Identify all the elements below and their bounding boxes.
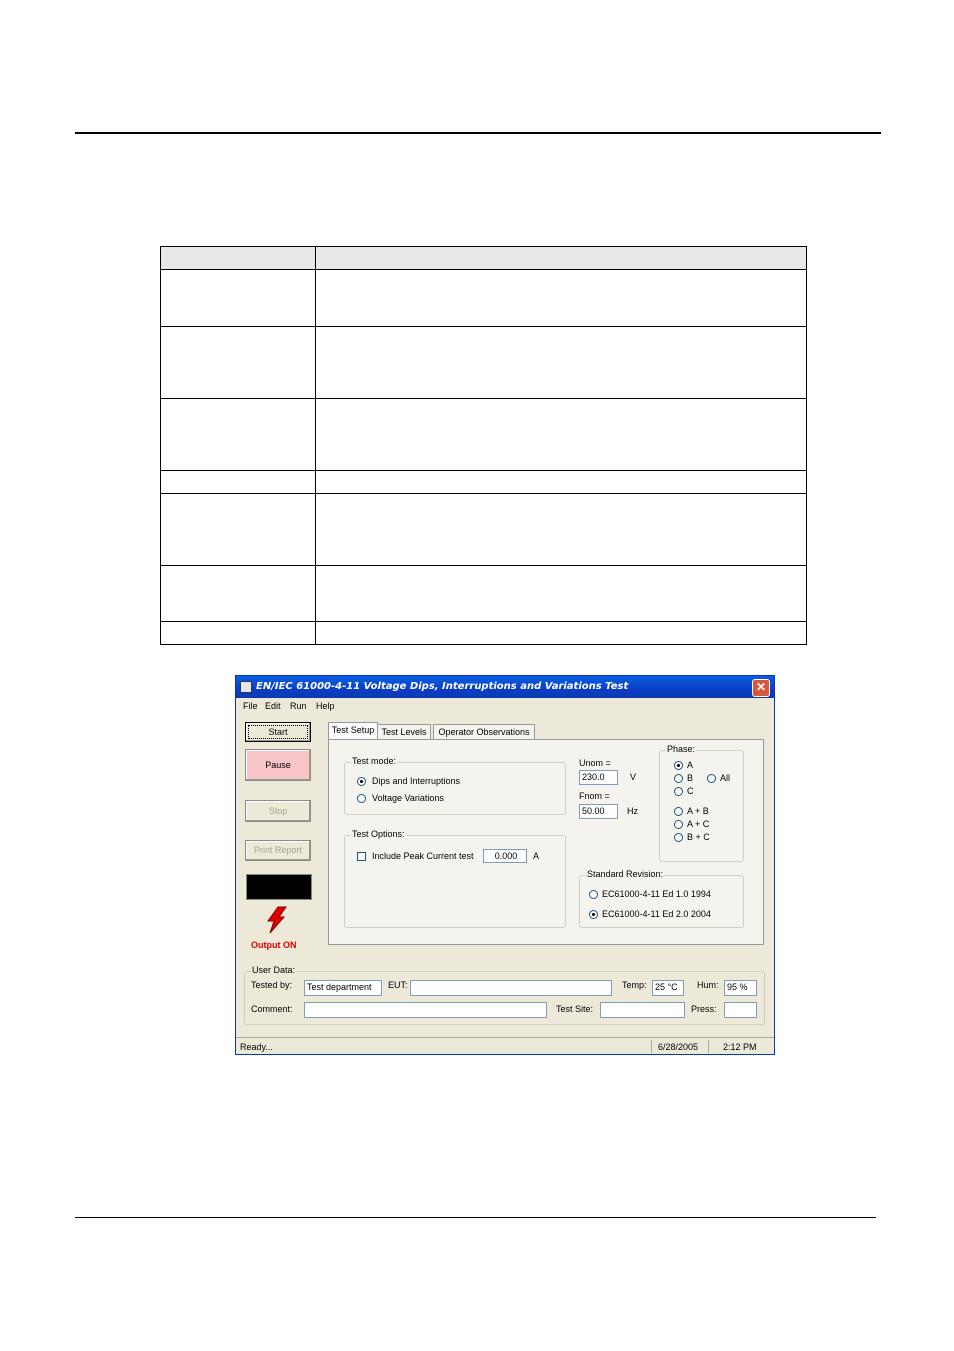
doc-table-row (160, 493, 807, 566)
start-button[interactable]: Start (245, 722, 311, 742)
doc-table-row (160, 470, 807, 494)
test-mode-title: Test mode: (351, 756, 398, 766)
window-title: EN/IEC 61000-4-11 Voltage Dips, Interrup… (256, 681, 629, 692)
output-indicator (246, 874, 312, 900)
phase-a-radio[interactable] (674, 761, 683, 770)
phase-title: Phase: (666, 744, 697, 754)
status-time: 2:12 PM (723, 1042, 757, 1052)
temp-label: Temp: (622, 980, 647, 990)
phase-b-label: B (687, 773, 694, 783)
unom-unit: V (630, 772, 637, 782)
test-site-input[interactable] (600, 1002, 685, 1018)
close-icon[interactable]: ✕ (752, 679, 770, 697)
fnom-input[interactable]: 50.00 (579, 804, 618, 819)
status-separator (651, 1040, 652, 1053)
app-icon (240, 681, 252, 693)
tested-by-label: Tested by: (251, 980, 293, 990)
variations-label: Voltage Variations (372, 793, 444, 803)
doc-table-row (160, 398, 807, 471)
stop-button[interactable]: Stop (245, 800, 311, 822)
user-data-group: User Data: Tested by: Test department EU… (244, 965, 765, 1025)
menu-edit[interactable]: Edit (265, 701, 281, 711)
status-text: Ready... (240, 1042, 273, 1052)
revision-2004-radio[interactable] (589, 910, 598, 919)
menu-bar: File Edit Run Help (236, 698, 774, 714)
phase-bc-radio[interactable] (674, 833, 683, 842)
tab-operator-observations[interactable]: Operator Observations (433, 724, 535, 740)
doc-table (160, 246, 807, 645)
peak-current-checkbox[interactable] (357, 852, 366, 861)
phase-all-label: All (720, 773, 731, 783)
phase-group: Phase: A B C All A + B A + C B + C (659, 744, 744, 862)
menu-run[interactable]: Run (290, 701, 307, 711)
phase-ac-label: A + C (687, 819, 710, 829)
app-window: EN/IEC 61000-4-11 Voltage Dips, Interrup… (235, 675, 775, 1055)
status-separator (708, 1040, 709, 1053)
print-report-button[interactable]: Print Report (245, 840, 311, 861)
phase-c-label: C (687, 786, 694, 796)
doc-table-row (160, 565, 807, 622)
revision-1994-radio[interactable] (589, 890, 598, 899)
tested-by-input[interactable]: Test department (304, 980, 382, 996)
phase-bc-label: B + C (687, 832, 710, 842)
test-mode-group: Test mode: Dips and Interruptions Voltag… (344, 756, 566, 815)
phase-ab-label: A + B (687, 806, 709, 816)
dips-radio[interactable] (357, 777, 366, 786)
standard-revision-title: Standard Revision: (586, 869, 665, 879)
revision-2004-label: EC61000-4-11 Ed 2.0 2004 (602, 909, 711, 919)
status-bar: Ready... 6/28/2005 2:12 PM (236, 1037, 774, 1055)
peak-current-unit: A (533, 851, 540, 861)
test-site-label: Test Site: (556, 1004, 594, 1014)
dips-label: Dips and Interruptions (372, 776, 461, 786)
press-input[interactable] (724, 1002, 757, 1018)
menu-help[interactable]: Help (316, 701, 335, 711)
comment-label: Comment: (251, 1004, 293, 1014)
unom-input[interactable]: 230.0 (579, 770, 618, 785)
bottom-rule (75, 1217, 876, 1218)
output-status-label: Output ON (251, 940, 297, 950)
doc-table-header-row (160, 246, 807, 270)
eut-input[interactable] (410, 980, 612, 996)
title-bar[interactable]: EN/IEC 61000-4-11 Voltage Dips, Interrup… (236, 676, 774, 698)
comment-input[interactable] (304, 1002, 547, 1018)
eut-label: EUT: (388, 980, 408, 990)
revision-1994-label: EC61000-4-11 Ed 1.0 1994 (602, 889, 711, 899)
tab-test-levels[interactable]: Test Levels (377, 724, 431, 740)
unom-label: Unom = (579, 758, 611, 768)
standard-revision-group: Standard Revision: EC61000-4-11 Ed 1.0 1… (579, 869, 744, 928)
fnom-unit: Hz (627, 806, 638, 816)
phase-a-label: A (687, 760, 694, 770)
user-data-title: User Data: (251, 965, 297, 975)
phase-c-radio[interactable] (674, 787, 683, 796)
temp-input[interactable]: 25 °C (652, 980, 684, 996)
variations-radio[interactable] (357, 794, 366, 803)
peak-current-input[interactable]: 0.000 (483, 849, 527, 863)
hum-input[interactable]: 95 % (724, 980, 757, 996)
test-options-group: Test Options: Include Peak Current test … (344, 829, 566, 928)
doc-table-row (160, 621, 807, 645)
pause-button[interactable]: Pause (245, 749, 311, 781)
phase-ac-radio[interactable] (674, 820, 683, 829)
phase-all-radio[interactable] (707, 774, 716, 783)
phase-ab-radio[interactable] (674, 807, 683, 816)
doc-table-row (160, 326, 807, 399)
test-setup-panel: Test mode: Dips and Interruptions Voltag… (328, 739, 764, 945)
status-date: 6/28/2005 (658, 1042, 699, 1052)
test-options-title: Test Options: (351, 829, 406, 839)
menu-file[interactable]: File (243, 701, 258, 711)
peak-current-label: Include Peak Current test (372, 851, 474, 861)
doc-table-row (160, 269, 807, 327)
phase-b-radio[interactable] (674, 774, 683, 783)
fnom-label: Fnom = (579, 791, 610, 801)
lightning-icon (267, 906, 287, 934)
press-label: Press: (691, 1004, 717, 1014)
top-rule (75, 132, 881, 134)
hum-label: Hum: (697, 980, 719, 990)
